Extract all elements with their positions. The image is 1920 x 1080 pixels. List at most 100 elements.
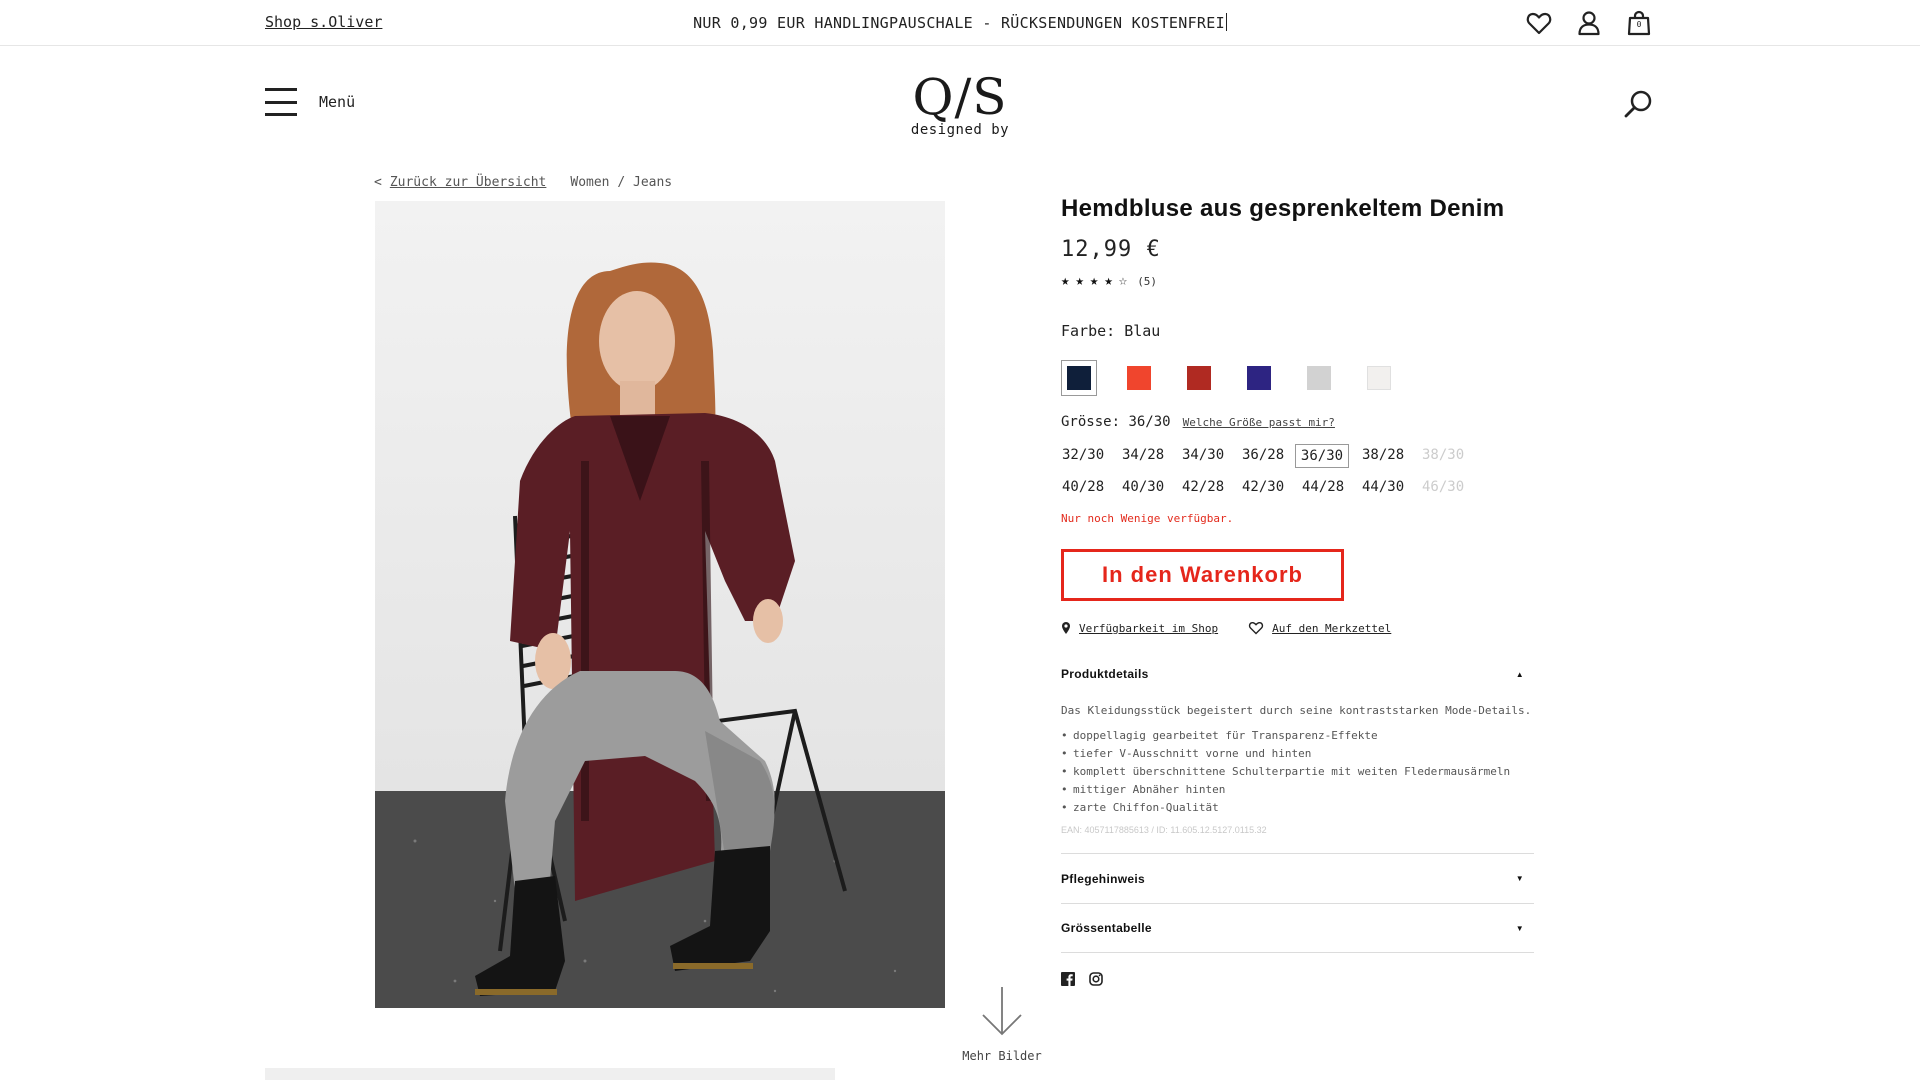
add-to-cart-button[interactable]: In den Warenkorb xyxy=(1061,549,1344,601)
top-icons: 0 xyxy=(1525,9,1653,37)
size-option[interactable]: 44/30 xyxy=(1361,476,1421,500)
star-filled-icon: ★ xyxy=(1075,273,1084,289)
product-details-header[interactable]: Produktdetails ▲ xyxy=(1061,667,1534,681)
location-pin-icon xyxy=(1062,622,1070,634)
search-icon[interactable] xyxy=(1622,88,1654,120)
logo-mark: Q/S xyxy=(912,68,1008,126)
product-rating[interactable]: ★ ★ ★ ★ ☆ (5) xyxy=(1061,274,1534,288)
color-swatch-fill xyxy=(1187,366,1211,390)
color-swatch[interactable] xyxy=(1121,360,1157,396)
size-table-title: Grössentabelle xyxy=(1061,921,1152,935)
product-image[interactable] xyxy=(375,201,945,1008)
size-option[interactable]: 40/30 xyxy=(1121,476,1181,500)
color-swatch-fill xyxy=(1307,366,1331,390)
color-swatch[interactable] xyxy=(1061,360,1097,396)
product-description: Das Kleidungsstück begeistert durch sein… xyxy=(1061,704,1532,717)
size-option: 38/30 xyxy=(1422,447,1465,463)
size-option[interactable]: 40/28 xyxy=(1061,476,1121,500)
product-price: 12,99 € xyxy=(1061,237,1161,262)
logo[interactable]: Q/S designed by xyxy=(880,70,1040,138)
next-image-strip xyxy=(265,1068,835,1080)
caret-up-icon: ▲ xyxy=(1515,669,1524,679)
product-details-panel: Hemdbluse aus gesprenkeltem Denim 12,99 … xyxy=(1061,195,1534,990)
list-item: doppellagig gearbeitet für Transparenz-E… xyxy=(1061,727,1534,745)
wishlist-link[interactable]: Auf den Merkzettel xyxy=(1248,621,1391,635)
color-swatch[interactable] xyxy=(1301,360,1337,396)
account-icon[interactable] xyxy=(1575,9,1603,37)
color-swatch[interactable] xyxy=(1241,360,1277,396)
care-accordion[interactable]: Pflegehinweis ▼ xyxy=(1061,853,1534,903)
list-item: mittiger Abnäher hinten xyxy=(1061,781,1534,799)
product-ean: EAN: 4057117885613 / ID: 11.605.12.5127.… xyxy=(1061,825,1267,835)
instagram-icon[interactable] xyxy=(1089,971,1103,990)
color-label: Farbe: Blau xyxy=(1061,322,1534,340)
size-option[interactable]: 34/28 xyxy=(1121,444,1181,468)
color-label-key: Farbe: xyxy=(1061,322,1116,340)
star-filled-icon: ★ xyxy=(1089,273,1099,289)
product-title: Hemdbluse aus gesprenkeltem Denim xyxy=(1061,195,1505,222)
product-details-accordion: Produktdetails ▲ Das Kleidungsstück bege… xyxy=(1061,667,1534,835)
heart-icon[interactable] xyxy=(1525,9,1553,37)
size-option: 46/30 xyxy=(1422,479,1465,495)
color-swatch-fill xyxy=(1127,366,1151,390)
heart-outline-icon xyxy=(1248,621,1264,635)
size-help-link[interactable]: Welche Größe passt mir? xyxy=(1183,416,1335,429)
size-option[interactable]: 36/30 xyxy=(1295,444,1349,468)
size-options: 32/30 34/28 34/30 36/28 36/30 38/28 38/30 40/28… xyxy=(1061,444,1534,500)
care-header[interactable]: Pflegehinweis ▼ xyxy=(1061,872,1534,886)
shopping-bag-icon[interactable]: 0 xyxy=(1625,9,1653,37)
color-swatch-fill xyxy=(1367,366,1391,390)
social-links xyxy=(1061,971,1534,990)
color-swatch[interactable] xyxy=(1181,360,1217,396)
breadcrumb-prefix: < xyxy=(374,175,382,190)
logo-subtitle: designed by xyxy=(910,122,1010,138)
color-swatch-fill xyxy=(1067,366,1091,390)
facebook-icon[interactable] xyxy=(1061,971,1075,990)
size-value: 36/30 xyxy=(1128,414,1171,430)
size-label: Grösse: xyxy=(1061,414,1121,430)
stock-note: Nur noch Wenige verfügbar. xyxy=(1061,512,1234,525)
color-value: Blau xyxy=(1124,322,1161,340)
availability-label: Verfügbarkeit im Shop xyxy=(1079,621,1219,635)
top-bar: Shop s.Oliver NUR 0,99 EUR HANDLINGPAUSC… xyxy=(0,0,1920,46)
size-option[interactable]: 42/28 xyxy=(1181,476,1241,500)
more-images-label: Mehr Bilder xyxy=(962,1049,1042,1063)
product-feature-list: doppellagig gearbeitet für Transparenz-E… xyxy=(1061,727,1534,817)
back-to-overview-link[interactable]: Zurück zur Übersicht xyxy=(390,175,547,190)
size-option[interactable]: 32/30 xyxy=(1061,444,1121,468)
size-option[interactable]: 38/28 xyxy=(1361,444,1421,468)
care-title: Pflegehinweis xyxy=(1061,871,1145,886)
color-swatch-fill xyxy=(1247,366,1271,390)
announcement-text: NUR 0,99 EUR HANDLINGPAUSCHALE - RÜCKSEN… xyxy=(693,14,1225,32)
text-caret xyxy=(1225,13,1227,31)
size-option[interactable]: 42/30 xyxy=(1241,476,1301,500)
wishlist-label: Auf den Merkzettel xyxy=(1272,621,1392,635)
size-option[interactable]: 34/30 xyxy=(1181,444,1241,468)
size-header: Grösse: 36/30 Welche Größe passt mir? xyxy=(1061,414,1534,430)
caret-down-icon: ▼ xyxy=(1515,874,1524,883)
star-filled-icon: ★ xyxy=(1104,273,1113,289)
star-filled-icon: ★ xyxy=(1061,273,1070,289)
menu-button[interactable]: Menü xyxy=(265,88,355,116)
product-actions: Verfügbarkeit im Shop Auf den Merkzettel xyxy=(1061,621,1534,635)
star-empty-icon: ☆ xyxy=(1118,273,1128,289)
list-item: komplett überschnittene Schulterpartie m… xyxy=(1061,763,1534,781)
more-images-button[interactable]: Mehr Bilder xyxy=(960,985,1044,1063)
breadcrumb: < Zurück zur Übersicht Women / Jeans xyxy=(374,175,672,190)
breadcrumb-category[interactable]: Women / Jeans xyxy=(570,175,672,190)
size-option[interactable]: 36/28 xyxy=(1241,444,1301,468)
arrow-down-icon xyxy=(982,987,1022,1036)
product-details-title: Produktdetails xyxy=(1061,667,1149,681)
size-option[interactable]: 44/28 xyxy=(1301,476,1361,500)
size-table-header[interactable]: Grössentabelle ▼ xyxy=(1061,921,1534,935)
list-item: tiefer V-Ausschnitt vorne und hinten xyxy=(1061,745,1534,763)
caret-down-icon: ▼ xyxy=(1515,923,1524,933)
breadcrumb-spacer xyxy=(554,175,562,190)
color-swatch[interactable] xyxy=(1361,360,1397,396)
list-item: zarte Chiffon-Qualität xyxy=(1061,799,1534,817)
rating-count[interactable]: (5) xyxy=(1137,275,1157,288)
availability-link[interactable]: Verfügbarkeit im Shop xyxy=(1061,621,1218,635)
cart-count: 0 xyxy=(1636,20,1642,29)
menu-label: Menü xyxy=(319,93,356,111)
size-table-accordion[interactable]: Grössentabelle ▼ xyxy=(1061,903,1534,953)
